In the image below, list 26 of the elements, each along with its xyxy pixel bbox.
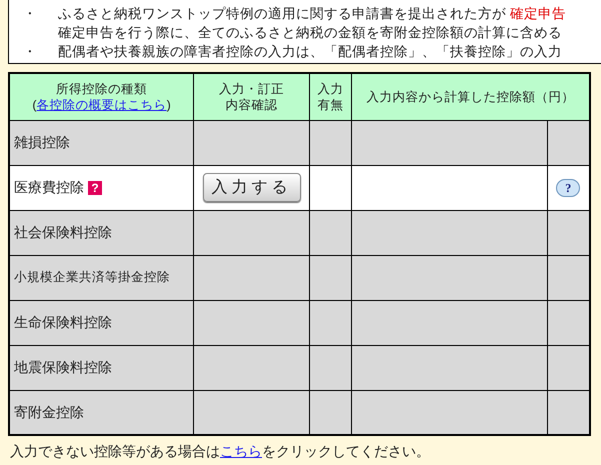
deduction-name: 医療費控除 xyxy=(14,179,84,195)
overview-link[interactable]: 各控除の概要はこちら xyxy=(36,98,167,112)
speech-bubble-help-button[interactable]: ? xyxy=(556,179,580,197)
notice-text: 確定申告を行う際に、全てのふるさと納税の金額を寄附金控除額の計算に含める xyxy=(58,24,563,42)
deduction-name: 雑損控除 xyxy=(14,134,70,150)
table-cell xyxy=(310,120,352,165)
column-header: 入力 有無 xyxy=(310,73,352,120)
table-cell xyxy=(310,300,352,345)
bullet: ・ xyxy=(23,5,38,23)
deduction-name: 社会保険料控除 xyxy=(14,224,112,240)
deduction-name: 寄附金控除 xyxy=(14,404,84,420)
table-cell xyxy=(310,255,352,300)
input-button[interactable]: 入力する xyxy=(202,173,301,202)
help-button[interactable]: ? xyxy=(88,181,102,196)
deduction-name: 小規模企業共済等掛金控除 xyxy=(14,270,170,284)
table-cell xyxy=(310,345,352,390)
notice-text: ふるさと納税ワンストップ特例の適用に関する申請書を提出された方が 確定申告 xyxy=(58,5,566,23)
deduction-name: 地震保険料控除 xyxy=(14,359,112,375)
notice-text: 配偶者や扶養親族の障害者控除の入力は、「配偶者控除」、「扶養控除」の入力 xyxy=(58,43,562,61)
column-header: 入力・訂正 内容確認 xyxy=(194,73,310,120)
footer-text: 入力できない控除等がある場合はこちら をクリックしてください。 xyxy=(10,442,431,461)
deduction-name: 生命保険料控除 xyxy=(14,314,112,330)
click-here-link[interactable]: こちら xyxy=(220,443,262,459)
column-header: 所得控除の種類 (各控除の概要はこちら) xyxy=(9,73,194,120)
bullet: ・ xyxy=(23,43,38,61)
table-cell xyxy=(310,210,352,255)
